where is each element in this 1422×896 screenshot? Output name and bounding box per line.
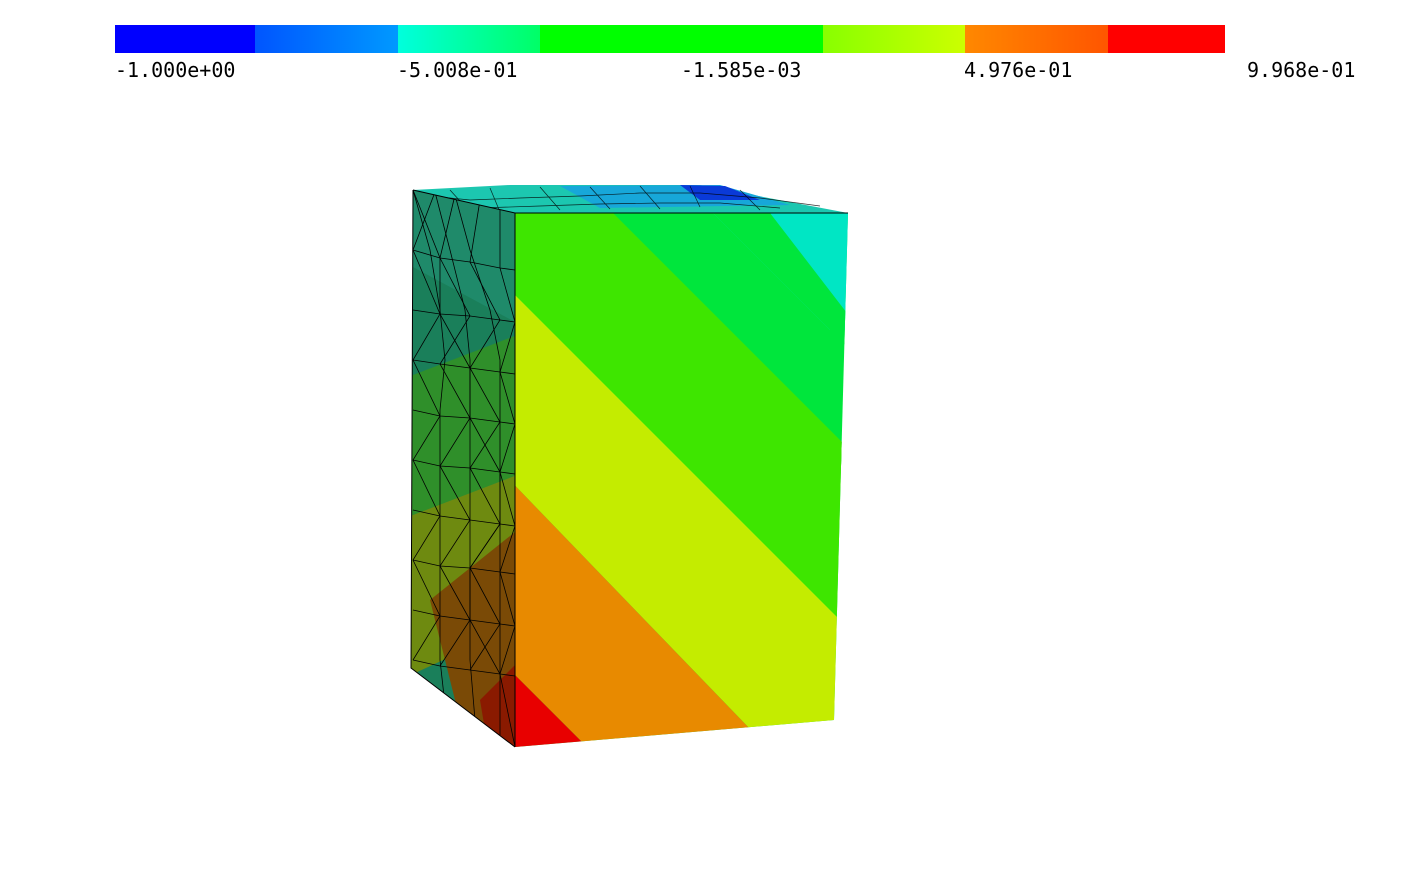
mesh-render bbox=[410, 185, 848, 748]
mesh-side-face bbox=[411, 190, 515, 747]
viewer-canvas[interactable]: -1.000e+00 -5.008e-01 -1.585e-03 4.976e-… bbox=[0, 0, 1422, 896]
mesh-front-face bbox=[515, 213, 848, 747]
